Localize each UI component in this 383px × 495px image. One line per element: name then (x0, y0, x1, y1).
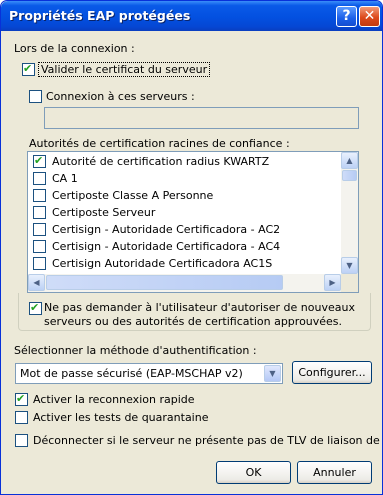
fast-reconnect-checkbox[interactable] (15, 392, 28, 406)
ca-list-item[interactable]: Certiposte Classe A Personne (28, 187, 340, 204)
ca-checkbox[interactable] (33, 172, 46, 185)
eap-properties-dialog: Propriétés EAP protégées ? ✕ Lors de la … (0, 0, 383, 495)
ca-checkbox[interactable] (33, 257, 46, 270)
validate-cert-checkbox[interactable] (22, 62, 35, 76)
ca-item-label: Autorité de certification radius KWARTZ (52, 155, 270, 168)
configure-button[interactable]: Configurer... (292, 361, 372, 384)
ca-checkbox[interactable] (33, 206, 46, 219)
help-icon: ? (342, 8, 351, 24)
window-title: Propriétés EAP protégées (9, 8, 191, 23)
vertical-scroll-thumb[interactable] (342, 170, 357, 181)
ca-item-label: Certisign Autoridade Certificadora AC1S (52, 257, 273, 270)
disconnect-tlv-label[interactable]: Déconnecter si le serveur ne présente pa… (33, 434, 382, 447)
horizontal-scroll-thumb[interactable] (46, 275, 283, 290)
ok-button[interactable]: OK (216, 461, 291, 484)
ca-item-label: Certisign - Autoridade Certificadora - A… (52, 240, 281, 253)
ca-checkbox[interactable] (33, 154, 46, 168)
ca-checkbox[interactable] (33, 240, 46, 253)
ca-checkbox[interactable] (33, 189, 46, 202)
connection-heading: Lors de la connexion : (14, 42, 135, 55)
ca-item-label: CA 1 (52, 172, 78, 185)
scroll-down-icon[interactable]: ▼ (341, 257, 358, 274)
connect-servers-checkbox[interactable] (29, 90, 42, 103)
fast-reconnect-label[interactable]: Activer la reconnexion rapide (33, 393, 195, 406)
disconnect-tlv-checkbox[interactable] (15, 434, 28, 447)
ca-list-item[interactable]: Certisign - Autoridade Certificadora - A… (28, 238, 340, 255)
quarantine-checkbox[interactable] (15, 411, 28, 424)
ca-item-label: Certiposte Serveur (52, 206, 156, 219)
no-prompt-checkbox[interactable] (29, 301, 42, 315)
ca-list-item[interactable]: CA 1 (28, 170, 340, 187)
scroll-right-icon[interactable]: ▶ (324, 274, 341, 291)
no-prompt-label-line2[interactable]: serveurs ou des autorités de certificati… (44, 315, 342, 328)
auth-method-select[interactable]: Mot de passe sécurisé (EAP-MSCHAP v2) ▼ (15, 363, 283, 384)
auth-method-heading: Sélectionner la méthode d'authentificati… (14, 344, 257, 357)
validate-cert-label[interactable]: Valider le certificat du serveur (37, 62, 211, 77)
no-prompt-label-line1[interactable]: Ne pas demander à l'utilisateur d'autori… (44, 301, 355, 314)
close-icon: ✕ (363, 8, 376, 24)
vertical-scrollbar[interactable]: ▲ ▼ (341, 152, 358, 274)
scroll-left-icon[interactable]: ◀ (28, 274, 45, 291)
close-button[interactable]: ✕ (359, 6, 380, 27)
quarantine-label[interactable]: Activer les tests de quarantaine (33, 411, 208, 424)
horizontal-scrollbar[interactable]: ◀ ▶ (28, 274, 341, 292)
ca-list-item[interactable]: Certiposte Serveur (28, 204, 340, 221)
cancel-button[interactable]: Annuler (297, 461, 372, 484)
ca-list-item[interactable]: Certisign Autoridade Certificadora AC1S (28, 255, 340, 272)
ca-item-label: Certisign - Autoridade Certificadora - A… (52, 223, 281, 236)
scroll-up-icon[interactable]: ▲ (341, 152, 358, 169)
help-button[interactable]: ? (336, 6, 357, 27)
scroll-corner (341, 274, 358, 292)
trusted-ca-list[interactable]: Autorité de certification radius KWARTZ … (27, 151, 359, 293)
connect-servers-label[interactable]: Connexion à ces serveurs : (46, 90, 195, 103)
ca-list-item[interactable]: Autorité de certification radius KWARTZ (28, 153, 340, 170)
ca-item-label: Certiposte Classe A Personne (52, 189, 214, 202)
ca-list-item[interactable]: Certisign - Autoridade Certificadora - A… (28, 221, 340, 238)
chevron-down-icon[interactable]: ▼ (264, 365, 281, 382)
servers-input[interactable] (44, 107, 359, 129)
ca-checkbox[interactable] (33, 223, 46, 236)
title-bar[interactable]: Propriétés EAP protégées ? ✕ (1, 1, 382, 31)
trusted-ca-heading: Autorités de certification racines de co… (29, 137, 290, 150)
auth-method-value: Mot de passe sécurisé (EAP-MSCHAP v2) (20, 367, 243, 380)
